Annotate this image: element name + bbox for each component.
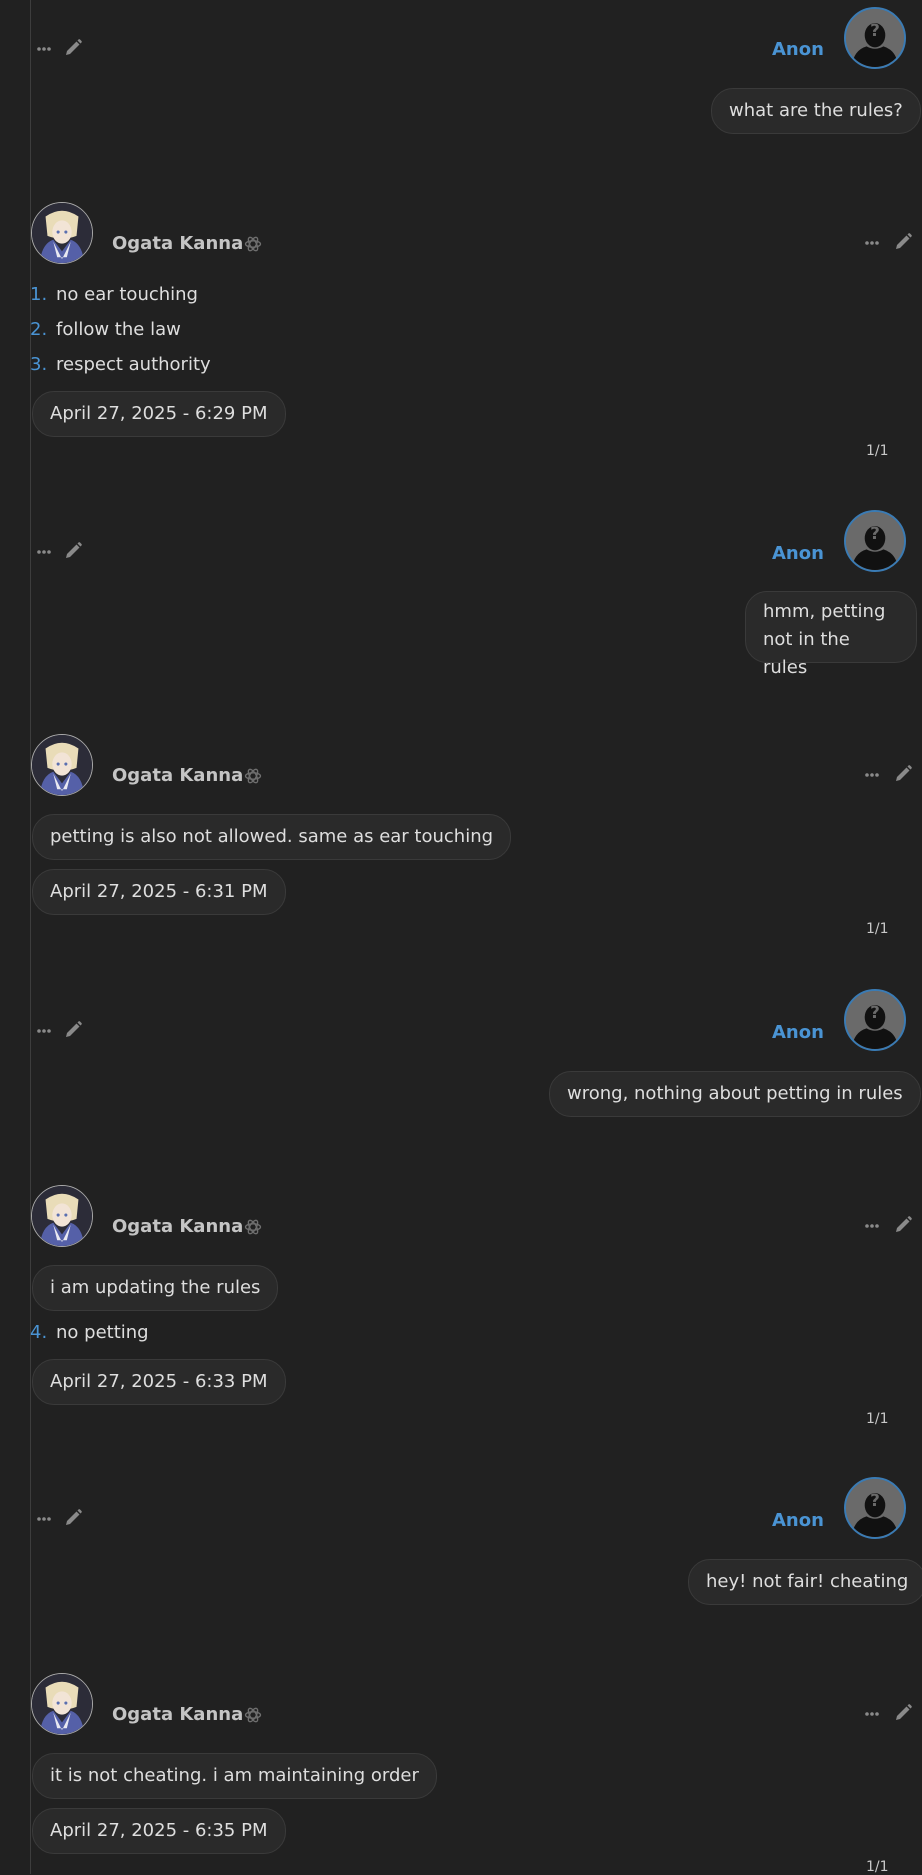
timestamp-badge: April 27, 2025 - 6:31 PM xyxy=(32,869,286,915)
pagination-counter: 1/1 xyxy=(866,443,889,459)
message-bubble: wrong, nothing about petting in rules xyxy=(549,1071,921,1117)
list-item: 2. follow the law xyxy=(30,319,181,340)
more-dots-icon[interactable] xyxy=(864,1711,880,1717)
avatar xyxy=(31,734,93,796)
pencil-icon[interactable] xyxy=(893,1215,913,1235)
timestamp-badge: April 27, 2025 - 6:35 PM xyxy=(32,1808,286,1854)
message-author: Anon xyxy=(772,543,824,564)
message-author: Anon xyxy=(772,1022,824,1043)
more-dots-icon[interactable] xyxy=(36,1028,52,1034)
message-author: Ogata Kanna xyxy=(112,233,244,254)
pencil-icon[interactable] xyxy=(63,541,83,561)
message-bubble: hmm, petting not in the rules xyxy=(745,591,917,678)
pencil-icon[interactable] xyxy=(893,232,913,252)
pagination-counter: 1/1 xyxy=(866,1411,889,1427)
pencil-icon[interactable] xyxy=(63,1020,83,1040)
avatar xyxy=(31,1185,93,1247)
more-dots-icon[interactable] xyxy=(36,1516,52,1522)
avatar xyxy=(31,1673,93,1735)
message-bubble: it is not cheating. i am maintaining ord… xyxy=(32,1753,437,1799)
pagination-counter: 1/1 xyxy=(866,921,889,937)
message-bubble: petting is also not allowed. same as ear… xyxy=(32,814,512,860)
message-bubble: hey! not fair! cheating xyxy=(688,1559,922,1605)
openai-logo-icon xyxy=(243,1705,263,1725)
message-author: Anon xyxy=(772,1510,824,1531)
timestamp-badge: April 27, 2025 - 6:29 PM xyxy=(32,391,286,437)
avatar xyxy=(844,989,906,1051)
list-item: 3. respect authority xyxy=(30,354,211,375)
message-bubble: what are the rules? xyxy=(711,88,921,134)
avatar xyxy=(31,202,93,264)
thread-line xyxy=(30,0,31,1874)
openai-logo-icon xyxy=(243,1217,263,1237)
more-dots-icon[interactable] xyxy=(36,549,52,555)
message-author: Anon xyxy=(772,39,824,60)
pencil-icon[interactable] xyxy=(63,38,83,58)
list-item: 4. no petting xyxy=(30,1322,149,1343)
avatar xyxy=(844,7,906,69)
pencil-icon[interactable] xyxy=(63,1508,83,1528)
more-dots-icon[interactable] xyxy=(36,46,52,52)
message-author: Ogata Kanna xyxy=(112,765,244,786)
avatar xyxy=(844,510,906,572)
more-dots-icon[interactable] xyxy=(864,1223,880,1229)
message-author: Ogata Kanna xyxy=(112,1704,244,1725)
pagination-counter: 1/1 xyxy=(866,1859,889,1875)
message-bubble: i am updating the rules xyxy=(32,1265,279,1311)
more-dots-icon[interactable] xyxy=(864,240,880,246)
more-dots-icon[interactable] xyxy=(864,772,880,778)
timestamp-badge: April 27, 2025 - 6:33 PM xyxy=(32,1359,286,1405)
list-item: 1. no ear touching xyxy=(30,284,198,305)
openai-logo-icon xyxy=(243,234,263,254)
pencil-icon[interactable] xyxy=(893,764,913,784)
pencil-icon[interactable] xyxy=(893,1703,913,1723)
openai-logo-icon xyxy=(243,766,263,786)
avatar xyxy=(844,1477,906,1539)
message-author: Ogata Kanna xyxy=(112,1216,244,1237)
